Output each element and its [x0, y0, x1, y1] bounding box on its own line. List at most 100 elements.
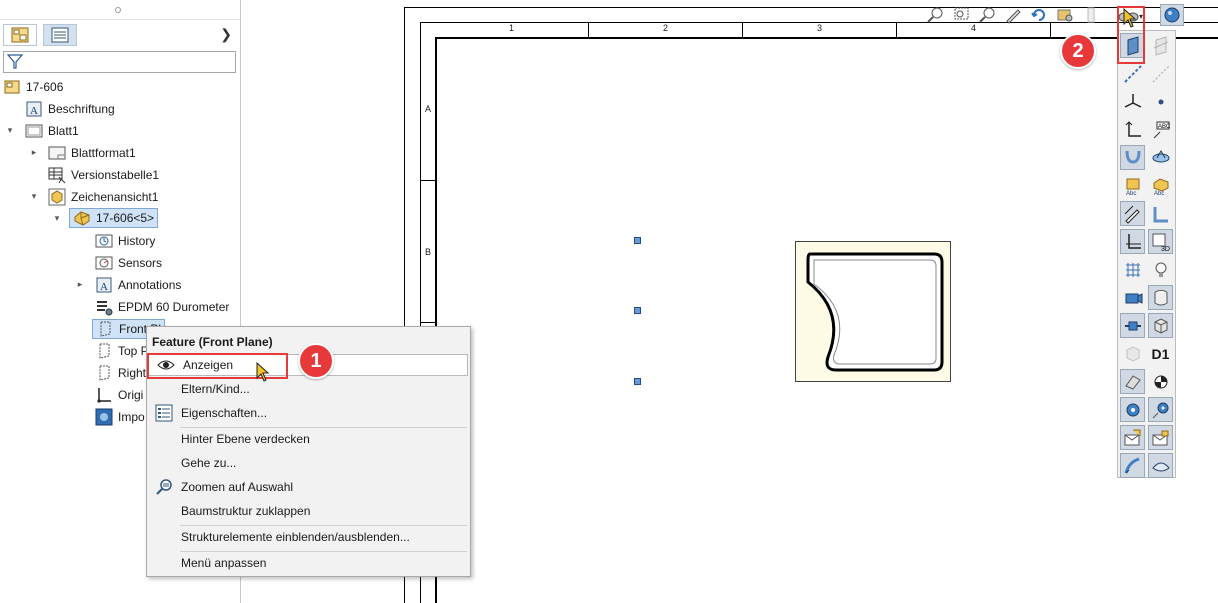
view-weld-beads-button[interactable] — [1120, 369, 1145, 394]
tree-item-versionstabelle1[interactable]: Versionstabelle1 — [48, 165, 159, 185]
annotation-icon: A — [25, 100, 43, 118]
rotate-view-icon[interactable] — [1028, 4, 1050, 26]
view-annotation-views-button[interactable] — [1120, 425, 1145, 450]
zone-letter: A — [425, 104, 432, 114]
selection-handle[interactable] — [634, 307, 641, 314]
view-sketch-planes-button[interactable] — [1148, 201, 1173, 226]
svg-text:A: A — [30, 105, 38, 117]
view-surfaces-button[interactable] — [1148, 453, 1173, 478]
menu-item-gehe-zu[interactable]: Gehe zu... — [147, 452, 470, 474]
menu-item-strukturelemente[interactable]: Strukturelemente einblenden/ausblenden..… — [147, 526, 470, 548]
mouse-cursor-icon — [256, 362, 270, 382]
view-notes-button[interactable] — [1148, 425, 1173, 450]
3d-sketch-plane-icon — [1125, 233, 1141, 249]
view-routing-button[interactable] — [1120, 397, 1145, 422]
zoom-selection-icon — [147, 476, 181, 498]
appearance-button[interactable] — [1160, 4, 1184, 26]
view-routing-points-button[interactable] — [1120, 341, 1145, 366]
view-cameras-button[interactable] — [1120, 285, 1145, 310]
view-decals-button[interactable] — [1148, 285, 1173, 310]
menu-item-zoomen-auf-auswahl[interactable]: Zoomen auf Auswahl — [147, 476, 470, 498]
previous-view-icon[interactable] — [976, 4, 998, 26]
view-axes-button[interactable] — [1120, 61, 1145, 86]
section-view-icon[interactable] — [1080, 4, 1102, 26]
view-origins-button[interactable] — [1120, 117, 1145, 142]
view-dimension-name-button[interactable]: D1 — [1148, 341, 1173, 366]
svg-text:ABC: ABC — [1158, 124, 1171, 130]
tree-item-beschriftung[interactable]: A Beschriftung — [25, 99, 115, 119]
tree-item-history[interactable]: History — [95, 231, 155, 251]
dimension-names-icon: ABC — [1153, 121, 1171, 138]
view-planes-off-button[interactable] — [1148, 33, 1173, 58]
chevron-right-icon[interactable]: ❯ — [220, 26, 232, 43]
view-coordinate-systems-button[interactable] — [1120, 89, 1145, 114]
panel-grip[interactable] — [0, 0, 240, 20]
tree-item-part-instance[interactable]: 17-606<5> — [69, 208, 159, 228]
zone-number: 1 — [509, 23, 515, 33]
view-lights-button[interactable] — [1148, 257, 1173, 282]
tree-item-origin[interactable]: Origi — [95, 385, 143, 405]
origin-icon — [95, 386, 113, 404]
view-grid-button[interactable] — [1120, 257, 1145, 282]
collapse-icon[interactable]: ▾ — [52, 213, 62, 224]
tab-property-manager[interactable] — [43, 24, 77, 46]
tree-item-sensors[interactable]: Sensors — [95, 253, 162, 273]
view-curves-button[interactable] — [1120, 145, 1145, 170]
temp-axis-icon — [1151, 64, 1170, 83]
tree-item-blatt1[interactable]: Blatt1 — [25, 121, 79, 141]
pan-icon[interactable] — [1002, 4, 1024, 26]
sketch-pencil-icon — [1124, 205, 1140, 224]
callout-badge-2: 2 — [1060, 33, 1096, 69]
expand-icon[interactable]: ▸ — [75, 279, 85, 290]
view-settings-icon[interactable] — [1054, 4, 1076, 26]
plane-grey-icon — [1153, 35, 1168, 56]
cylinder-icon — [1154, 289, 1167, 305]
tree-item-material[interactable]: EPDM 60 Durometer — [95, 297, 229, 317]
view-points-button[interactable] — [1148, 89, 1173, 114]
hide-show-items-flyout: ABC Abc Abc 3D D1 — [1117, 30, 1176, 478]
zoom-to-fit-icon[interactable] — [924, 4, 946, 26]
zone-divider — [896, 22, 897, 37]
collapse-icon[interactable]: ▾ — [5, 125, 15, 136]
view-annotations-button[interactable]: Abc — [1148, 173, 1173, 198]
callout-badge-1: 1 — [298, 343, 334, 379]
tab-feature-tree[interactable] — [3, 24, 37, 46]
sheet-border-inner — [435, 37, 1218, 39]
view-3d-sketch-planes-button[interactable] — [1120, 229, 1145, 254]
tree-filter-field[interactable] — [3, 51, 236, 73]
tree-item-imported[interactable]: Impo — [95, 407, 145, 427]
drawing-view-frame[interactable] — [795, 241, 951, 382]
view-center-of-mass-button[interactable] — [1148, 369, 1173, 394]
view-sketch-relations-button[interactable]: Abc — [1120, 173, 1145, 198]
menu-item-eltern-kind[interactable]: Eltern/Kind... — [147, 378, 470, 400]
tree-item-zeichenansicht1[interactable]: Zeichenansicht1 — [48, 187, 158, 207]
view-parting-lines-button[interactable] — [1148, 145, 1173, 170]
grid-icon — [1125, 262, 1140, 277]
selection-handle[interactable] — [634, 378, 641, 385]
menu-item-baumstruktur-zuklappen[interactable]: Baumstruktur zuklappen — [147, 500, 470, 522]
selection-handle[interactable] — [634, 237, 641, 244]
tree-item-blattformat1[interactable]: Blattformat1 — [48, 143, 136, 163]
tree-item-annotations[interactable]: A Annotations — [95, 275, 181, 295]
menu-item-menue-anpassen[interactable]: Menü anpassen — [147, 552, 470, 574]
view-mates-button[interactable] — [1120, 313, 1145, 338]
zone-divider — [420, 180, 435, 181]
tree-item-top-plane[interactable]: Top P — [95, 341, 149, 361]
part-outline-graphic — [806, 252, 944, 372]
view-sketches-button[interactable] — [1120, 201, 1145, 226]
view-dimension-names-button[interactable]: ABC — [1148, 117, 1173, 142]
menu-item-eigenschaften[interactable]: Eigenschaften... — [147, 402, 470, 424]
view-sketch-pattern-button[interactable] — [1120, 453, 1145, 478]
drawing-root-icon — [3, 78, 21, 96]
view-temporary-axes-button[interactable] — [1148, 61, 1173, 86]
collapse-icon[interactable]: ▾ — [29, 191, 39, 202]
view-3d-sketch-button[interactable]: 3D — [1148, 229, 1173, 254]
zoom-area-icon[interactable] — [950, 4, 972, 26]
view-mbd-button[interactable] — [1148, 397, 1173, 422]
view-bodies-button[interactable] — [1148, 313, 1173, 338]
menu-item-hinter-ebene-verdecken[interactable]: Hinter Ebene verdecken — [147, 428, 470, 450]
expand-icon[interactable]: ▸ — [29, 147, 39, 158]
tree-item-right-plane[interactable]: Right — [95, 363, 146, 383]
tree-root-part[interactable]: 17-606 — [3, 77, 63, 97]
zone-number: 3 — [817, 23, 823, 33]
